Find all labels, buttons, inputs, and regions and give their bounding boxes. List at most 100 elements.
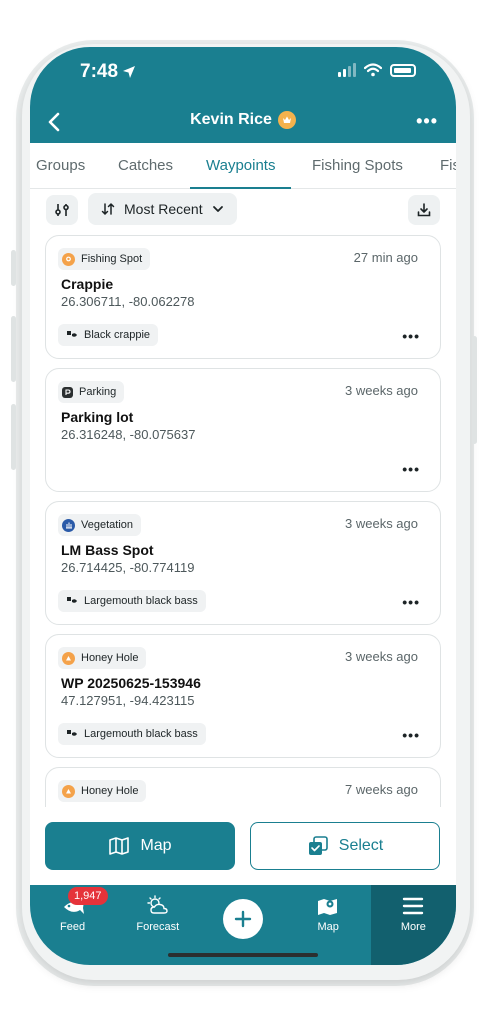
waypoint-type-tag: Vegetation xyxy=(58,514,141,536)
nav-bar: Kevin Rice ••• xyxy=(30,103,456,143)
action-bar: Map Select xyxy=(30,807,456,885)
vegetation-icon xyxy=(62,518,75,532)
nav-more-label: More xyxy=(400,921,426,933)
waypoint-name: Parking lot xyxy=(61,409,134,425)
nav-map-label: Map xyxy=(317,921,339,933)
status-time: 7:48 xyxy=(80,61,136,83)
waypoint-name: LM Bass Spot xyxy=(61,542,154,558)
side-button-left-3 xyxy=(11,404,16,470)
fishing-spot-icon xyxy=(62,252,75,266)
select-button-label: Select xyxy=(338,837,384,854)
waypoint-type-label: Vegetation xyxy=(81,519,133,531)
waypoint-list: Fishing Spot 27 min ago Crappie 26.30671… xyxy=(30,235,456,807)
side-button-left-1 xyxy=(11,250,16,286)
weather-cloud-sun-icon xyxy=(147,895,168,914)
status-icons xyxy=(338,63,416,77)
side-button-left-2 xyxy=(11,316,16,382)
pro-badge-icon xyxy=(277,111,296,129)
waypoint-time: 3 weeks ago xyxy=(345,516,418,531)
app-header: 7:48 Kevin Rice ••• Groups Catches Waypo… xyxy=(30,47,456,189)
tab-overflow[interactable]: Fis xyxy=(440,143,456,189)
sliders-icon xyxy=(55,204,69,216)
species-label: Largemouth black bass xyxy=(84,595,198,607)
fish-icon xyxy=(67,597,77,603)
waypoint-type-tag: Honey Hole xyxy=(58,647,147,669)
parking-icon xyxy=(62,386,73,398)
chevron-down-icon xyxy=(212,206,223,212)
download-button[interactable] xyxy=(408,195,440,225)
notification-count-badge: 1,947 xyxy=(68,887,108,905)
waypoint-type-tag: Fishing Spot xyxy=(58,248,151,270)
fish-icon xyxy=(67,730,77,736)
waypoint-coords: 26.306711, -80.062278 xyxy=(61,294,195,309)
waypoint-time: 3 weeks ago xyxy=(345,649,418,664)
waypoint-type-label: Fishing Spot xyxy=(81,253,143,265)
waypoint-name: Crappie xyxy=(61,276,114,292)
waypoint-type-label: Parking xyxy=(79,386,117,398)
home-indicator xyxy=(168,953,318,957)
waypoint-coords: 47.127951, -94.423115 xyxy=(61,693,195,708)
nav-feed[interactable]: 1,947 Feed xyxy=(30,885,115,965)
sort-label: Most Recent xyxy=(124,201,203,217)
side-button-right xyxy=(472,336,477,444)
folded-map-icon xyxy=(109,837,130,855)
list-toolbar: Most Recent xyxy=(30,189,456,235)
more-options-button[interactable]: ••• xyxy=(416,111,438,132)
hamburger-menu-icon xyxy=(403,897,424,915)
species-label: Largemouth black bass xyxy=(84,728,198,740)
waypoint-coords: 26.316248, -80.075637 xyxy=(61,427,196,442)
select-button[interactable]: Select xyxy=(250,822,440,870)
device-mockup: 7:48 Kevin Rice ••• Groups Catches Waypo… xyxy=(0,0,498,1024)
tab-fishing-spots[interactable]: Fishing Spots xyxy=(312,143,403,189)
multi-select-icon xyxy=(308,836,328,855)
nav-feed-label: Feed xyxy=(60,921,86,933)
card-more-button[interactable]: ••• xyxy=(402,461,420,477)
waypoint-card[interactable]: Fishing Spot 27 min ago Crappie 26.30671… xyxy=(45,235,441,359)
honey-hole-icon xyxy=(62,784,75,798)
waypoint-type-label: Honey Hole xyxy=(81,652,139,664)
download-icon xyxy=(417,203,431,217)
cellular-signal-icon xyxy=(338,63,356,77)
map-button-label: Map xyxy=(140,837,172,854)
plus-icon xyxy=(234,910,252,928)
status-time-text: 7:48 xyxy=(80,61,119,82)
nav-forecast-label: Forecast xyxy=(136,921,180,933)
page-title-text: Kevin Rice xyxy=(190,111,272,128)
sort-dropdown[interactable]: Most Recent xyxy=(88,193,237,225)
tab-catches[interactable]: Catches xyxy=(118,143,173,189)
nav-more[interactable]: More xyxy=(370,885,456,965)
waypoint-time: 27 min ago xyxy=(353,250,418,265)
app-screen: 7:48 Kevin Rice ••• Groups Catches Waypo… xyxy=(30,47,456,965)
add-button[interactable] xyxy=(222,899,263,939)
card-more-button[interactable]: ••• xyxy=(402,727,420,743)
waypoint-name: WP 20250625-153946 xyxy=(61,675,201,691)
battery-icon xyxy=(390,63,416,77)
waypoint-type-tag: Honey Hole xyxy=(58,780,147,802)
waypoint-card[interactable]: Vegetation 3 weeks ago LM Bass Spot 26.7… xyxy=(45,501,441,625)
waypoint-card[interactable]: Parking 3 weeks ago Parking lot 26.31624… xyxy=(45,368,441,492)
tab-waypoints[interactable]: Waypoints xyxy=(189,143,293,189)
species-tag: Largemouth black bass xyxy=(58,590,206,612)
map-button[interactable]: Map xyxy=(45,822,235,870)
honey-hole-icon xyxy=(62,651,75,665)
page-title: Kevin Rice xyxy=(30,111,456,129)
sort-arrows-icon xyxy=(101,202,115,216)
waypoint-time: 3 weeks ago xyxy=(345,383,418,398)
waypoint-card[interactable]: Honey Hole 3 weeks ago WP 20250625-15394… xyxy=(45,634,441,758)
species-label: Black crappie xyxy=(84,329,151,341)
card-more-button[interactable]: ••• xyxy=(402,328,420,344)
tab-groups[interactable]: Groups xyxy=(36,143,85,189)
location-arrow-icon xyxy=(123,66,136,78)
species-tag: Largemouth black bass xyxy=(58,723,206,745)
waypoint-type-tag: Parking xyxy=(58,381,125,403)
waypoint-card[interactable]: Honey Hole 7 weeks ago xyxy=(45,767,441,807)
waypoint-time: 7 weeks ago xyxy=(345,782,418,797)
tab-bar: Groups Catches Waypoints Fishing Spots F… xyxy=(30,143,456,189)
filter-button[interactable] xyxy=(46,195,78,225)
map-pin-icon xyxy=(318,899,338,915)
waypoint-coords: 26.714425, -80.774119 xyxy=(61,560,195,575)
wifi-icon xyxy=(364,63,382,77)
waypoint-type-label: Honey Hole xyxy=(81,785,139,797)
species-tag: Black crappie xyxy=(58,324,159,346)
card-more-button[interactable]: ••• xyxy=(402,594,420,610)
